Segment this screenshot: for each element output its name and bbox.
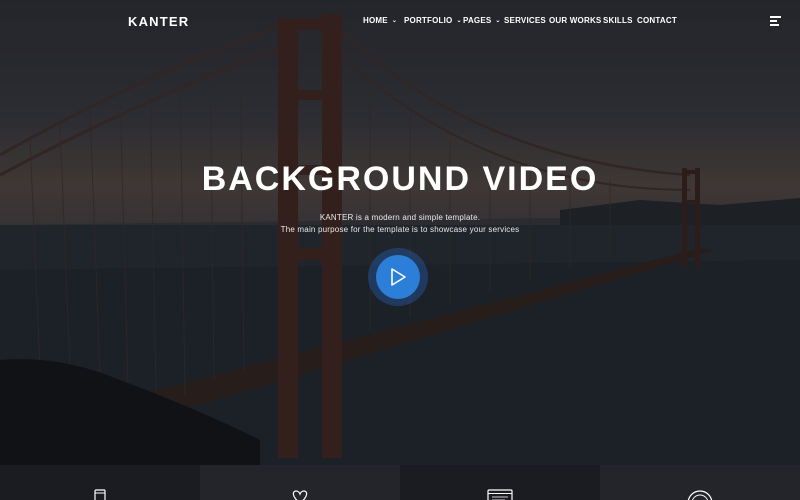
feature-globe[interactable] — [600, 465, 800, 500]
heart-icon — [292, 490, 308, 500]
feature-heart[interactable] — [200, 465, 400, 500]
hero-subtitle-line-1: KANTER is a modern and simple template. — [319, 213, 481, 222]
mobile-icon — [94, 489, 106, 500]
play-button-circle[interactable] — [376, 255, 420, 299]
hero-title: BACKGROUND VIDEO — [201, 160, 599, 198]
globe-icon — [687, 490, 713, 500]
nav-item-label: PORTFOLIO — [404, 16, 453, 25]
hero-subtitle-line-2: The main purpose for the template is to … — [280, 225, 520, 234]
nav-item-our-works[interactable]: OUR WORKS — [549, 16, 603, 25]
browser-window-icon — [487, 489, 513, 500]
nav-item-label: SKILLS — [603, 16, 633, 25]
chevron-down-icon: ⌄ — [456, 18, 462, 24]
site-logo[interactable]: KANTER — [128, 14, 189, 29]
nav-item-label: HOME — [363, 16, 388, 25]
nav-item-label: CONTACT — [637, 16, 677, 25]
nav-item-contact[interactable]: CONTACT — [637, 16, 677, 25]
hamburger-icon[interactable] — [770, 16, 781, 26]
feature-browser[interactable] — [400, 465, 600, 500]
feature-mobile[interactable] — [0, 465, 200, 500]
nav-item-label: PAGES — [463, 16, 492, 25]
nav-item-pages[interactable]: PAGES ⌄ — [463, 16, 504, 25]
nav-item-services[interactable]: SERVICES — [504, 16, 549, 25]
chevron-down-icon: ⌄ — [495, 18, 501, 24]
nav-item-label: OUR WORKS — [549, 16, 602, 25]
features-strip — [0, 465, 800, 500]
play-icon — [391, 268, 406, 286]
nav-item-home[interactable]: HOME ⌄ — [363, 16, 404, 25]
top-navbar: KANTER HOME ⌄ PORTFOLIO ⌄ PAGES ⌄ SERVIC… — [0, 0, 800, 42]
play-video-button[interactable] — [368, 248, 428, 306]
nav-item-label: SERVICES — [504, 16, 546, 25]
nav-item-skills[interactable]: SKILLS — [603, 16, 637, 25]
nav-item-portfolio[interactable]: PORTFOLIO ⌄ — [404, 16, 463, 25]
chevron-down-icon: ⌄ — [391, 18, 398, 24]
hero-section: KANTER HOME ⌄ PORTFOLIO ⌄ PAGES ⌄ SERVIC… — [0, 0, 800, 465]
main-menu: HOME ⌄ PORTFOLIO ⌄ PAGES ⌄ SERVICES OUR … — [363, 16, 677, 25]
